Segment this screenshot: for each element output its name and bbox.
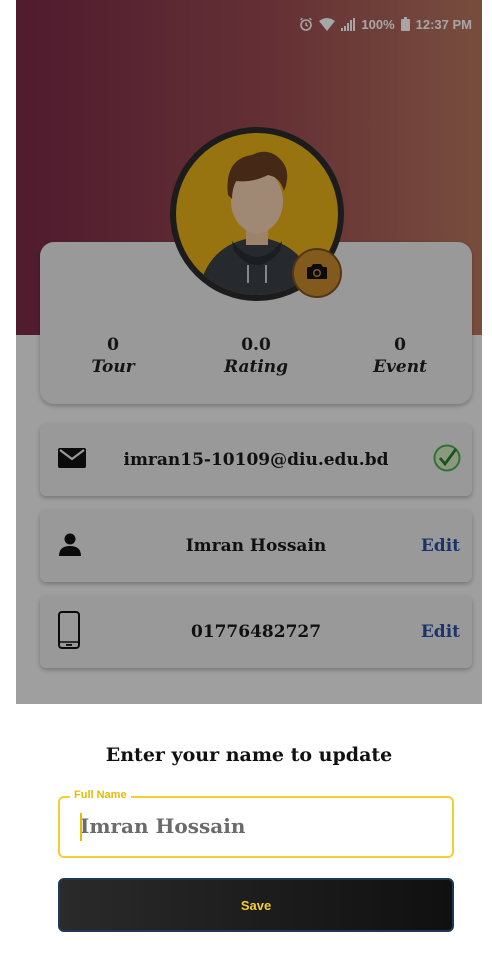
profile-screen: 100% 12:37 PM 0 Tour 0.0 Rating 0 Event (16, 0, 482, 968)
save-button[interactable]: Save (58, 878, 454, 932)
sheet-title: Enter your name to update (105, 744, 393, 766)
text-cursor (80, 813, 82, 841)
modal-scrim[interactable] (16, 0, 482, 704)
full-name-input[interactable] (80, 811, 420, 841)
update-name-sheet: Enter your name to update Full Name Save (16, 704, 482, 968)
full-name-field[interactable]: Full Name (58, 789, 454, 858)
full-name-label: Full Name (70, 789, 131, 801)
